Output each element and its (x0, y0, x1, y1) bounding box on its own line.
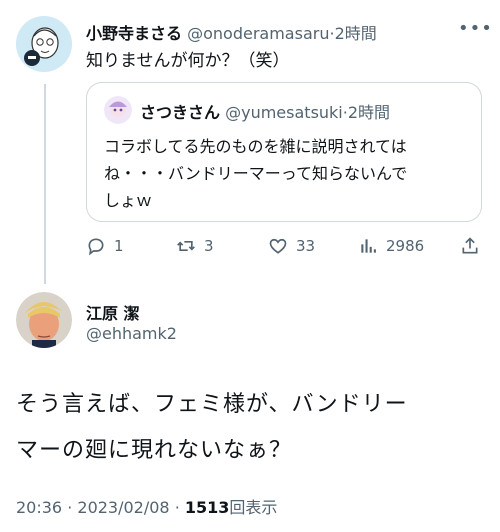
share-icon (462, 237, 478, 254)
quoted-text-line-1: コラボしてる先のものを雑に説明されては (104, 137, 407, 156)
reply-handle[interactable]: @ehhamk2 (86, 324, 177, 343)
reply-text-line-2: マーの廻に現れないなぁ？ (16, 438, 293, 463)
avatar-ehhamk2[interactable] (16, 292, 72, 348)
views-count: 2986 (386, 237, 425, 255)
separator: · (67, 498, 73, 517)
reply-text: そう言えば、フェミ様が、バンドリー マーの廻に現れないなぁ？ (16, 382, 408, 474)
post-date[interactable]: 2023/02/08 (77, 498, 169, 517)
quoted-display-name[interactable]: さつきさん (140, 103, 220, 122)
quoted-text-line-3: しょｗ (104, 191, 153, 210)
analytics-icon (361, 239, 376, 253)
quoted-handle[interactable]: @yumesatsuki (225, 103, 343, 122)
tweet-text: 知りませんが何か？（笑） (86, 51, 290, 71)
thread-line (44, 84, 46, 284)
avatar-yumesatsuki[interactable] (104, 96, 132, 124)
display-name[interactable]: 小野寺まさる (86, 24, 182, 43)
views-button[interactable]: 2986 (358, 232, 424, 260)
reply-button[interactable]: 1 (86, 232, 124, 260)
retweet-icon (177, 241, 195, 251)
like-button[interactable]: 33 (268, 232, 315, 260)
reply-display-name[interactable]: 江原 潔 (86, 300, 140, 324)
handle[interactable]: @onoderamasaru (187, 24, 329, 43)
retweet-button[interactable]: 3 (176, 232, 214, 260)
heart-icon (269, 238, 287, 254)
share-button[interactable] (460, 232, 480, 260)
more-icon[interactable]: ••• (458, 18, 493, 39)
quoted-tweet-text: コラボしてる先のものを雑に説明されては ね・・・バンドリーマーって知らないんで … (104, 133, 407, 214)
retweet-count: 3 (204, 237, 214, 255)
reply-icon (88, 238, 104, 256)
views-total: 1513 (184, 498, 230, 517)
quoted-timestamp[interactable]: 2時間 (348, 103, 390, 122)
quoted-text-line-2: ね・・・バンドリーマーって知らないんで (104, 164, 408, 183)
post-time[interactable]: 20:36 (16, 498, 62, 517)
avatar-onoderamasaru[interactable] (16, 16, 72, 72)
quoted-tweet-header: さつきさん @yumesatsuki·2時間 (140, 99, 390, 123)
separator: · (174, 498, 180, 517)
timestamp[interactable]: 2時間 (335, 24, 377, 43)
like-count: 33 (296, 237, 316, 255)
tweet-meta: 20:36 · 2023/02/08 · 1513回表示 (16, 494, 277, 518)
reply-text-line-1: そう言えば、フェミ様が、バンドリー (16, 392, 408, 417)
reply-count: 1 (114, 237, 124, 255)
tweet-header: 小野寺まさる @onoderamasaru·2時間 (86, 20, 377, 44)
views-label: 回表示 (229, 498, 278, 517)
